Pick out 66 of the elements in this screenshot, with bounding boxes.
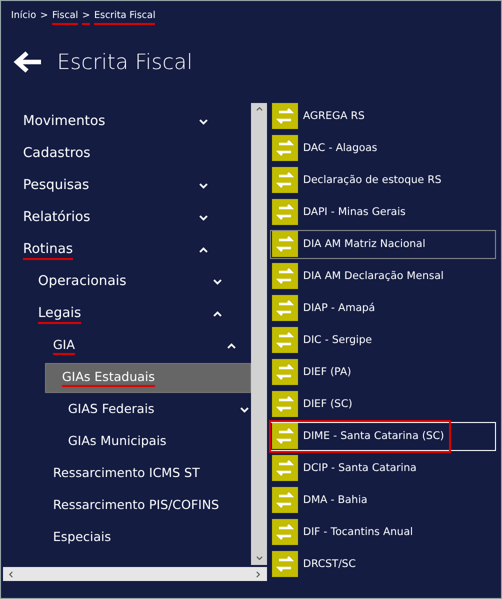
routine-item[interactable]: DCIP - Santa Catarina <box>270 454 496 482</box>
scroll-left-icon[interactable] <box>8 570 15 578</box>
horizontal-scrollbar[interactable] <box>3 567 267 581</box>
routine-item[interactable]: DMA - Bahia <box>270 486 496 514</box>
exchange-icon <box>272 359 298 385</box>
chevron-up-icon[interactable] <box>199 247 208 253</box>
breadcrumb-link[interactable]: Início <box>11 10 36 25</box>
exchange-icon <box>272 231 298 257</box>
exchange-icon <box>272 135 298 161</box>
routine-item[interactable]: DIEF (SC) <box>270 390 496 418</box>
routine-item[interactable]: DIEF (PA) <box>270 358 496 386</box>
menu-item[interactable]: GIAs Estaduais <box>62 369 155 387</box>
menu-item[interactable]: Operacionais <box>38 272 126 292</box>
chevron-down-icon[interactable] <box>199 119 208 125</box>
routine-item[interactable]: DIME - Santa Catarina (SC) <box>270 422 496 450</box>
exchange-icon <box>272 295 298 321</box>
exchange-icon <box>272 327 298 353</box>
routine-item[interactable]: Declaração de estoque RS <box>270 166 496 194</box>
chevron-down-icon[interactable] <box>199 215 208 221</box>
exchange-icon <box>272 423 298 449</box>
menu-item[interactable]: Rotinas <box>23 240 73 260</box>
chevron-up-icon[interactable] <box>213 311 222 317</box>
chevron-down-icon[interactable] <box>199 183 208 189</box>
menu-item[interactable]: Especiais <box>53 529 112 547</box>
menu-item[interactable]: Ressarcimento ICMS ST <box>53 465 200 483</box>
menu-item[interactable]: GIAs Municipais <box>68 433 166 451</box>
routine-item[interactable]: DAC - Alagoas <box>270 134 496 162</box>
chevron-down-icon[interactable] <box>240 407 249 413</box>
exchange-icon <box>272 455 298 481</box>
breadcrumb-separator: > <box>82 10 90 25</box>
routine-item[interactable]: DIAP - Amapá <box>270 294 496 322</box>
menu-item[interactable]: GIA <box>53 337 75 355</box>
routine-item[interactable]: AGREGA RS <box>270 102 496 130</box>
exchange-icon <box>272 167 298 193</box>
page-title: Escrita Fiscal <box>57 50 193 74</box>
routine-item[interactable]: DIA AM Matriz Nacional <box>270 230 496 258</box>
exchange-icon <box>272 103 298 129</box>
routine-item[interactable]: DRCST/SC <box>270 550 496 578</box>
scroll-right-icon[interactable] <box>255 570 262 578</box>
menu-item[interactable]: Relatórios <box>23 208 90 228</box>
exchange-icon <box>272 263 298 289</box>
menu-item[interactable]: GIAS Federais <box>68 401 154 419</box>
menu-item[interactable]: Cadastros <box>23 144 90 164</box>
chevron-up-icon[interactable] <box>227 343 236 349</box>
menu-item[interactable]: Movimentos <box>23 112 106 132</box>
routine-item[interactable]: DIF - Tocantins Anual <box>270 518 496 546</box>
breadcrumb-separator: > <box>40 10 48 23</box>
breadcrumb-link[interactable]: Fiscal <box>52 10 78 25</box>
breadcrumb-link[interactable]: Escrita Fiscal <box>94 10 156 25</box>
scroll-down-icon[interactable] <box>256 555 262 562</box>
vertical-scrollbar[interactable] <box>251 103 267 565</box>
routine-item[interactable]: DIA AM Declaração Mensal <box>270 262 496 290</box>
routine-item[interactable]: DAPI - Minas Gerais <box>270 198 496 226</box>
chevron-down-icon[interactable] <box>213 279 222 285</box>
exchange-icon <box>272 551 298 577</box>
exchange-icon <box>272 487 298 513</box>
menu-item[interactable]: Ressarcimento PIS/COFINS <box>53 497 220 515</box>
menu-item[interactable]: Pesquisas <box>23 176 90 196</box>
exchange-icon <box>272 199 298 225</box>
exchange-icon <box>272 519 298 545</box>
selected-menu-item[interactable]: GIAs Estaduais <box>45 363 251 393</box>
exchange-icon <box>272 391 298 417</box>
back-arrow-icon[interactable] <box>13 50 43 74</box>
routine-item[interactable]: DIC - Sergipe <box>270 326 496 354</box>
menu-item[interactable]: Legais <box>38 304 82 324</box>
scroll-up-icon[interactable] <box>256 106 262 113</box>
